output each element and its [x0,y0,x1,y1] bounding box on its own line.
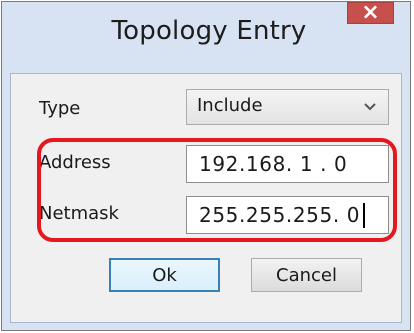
type-select[interactable]: Include [186,89,389,125]
title-bar[interactable]: Topology Entry × [2,0,410,72]
close-button[interactable]: × [347,0,394,25]
ok-button[interactable]: Ok [109,258,220,292]
close-icon: × [361,0,380,25]
cancel-button[interactable]: Cancel [251,258,362,292]
netmask-label: Netmask [39,203,119,224]
netmask-input[interactable] [187,197,388,233]
type-selected-value: Include [197,95,263,116]
type-label: Type [39,98,81,119]
text-caret [363,203,365,228]
topology-entry-dialog: Topology Entry × Type Include Address Ne… [1,0,411,331]
address-field[interactable] [186,145,389,183]
address-label: Address [39,152,111,173]
dialog-body: Type Include Address Netmask Ok Cancel [10,73,402,323]
address-input[interactable] [187,146,388,182]
chevron-down-icon [364,103,376,111]
netmask-field[interactable] [186,196,389,234]
